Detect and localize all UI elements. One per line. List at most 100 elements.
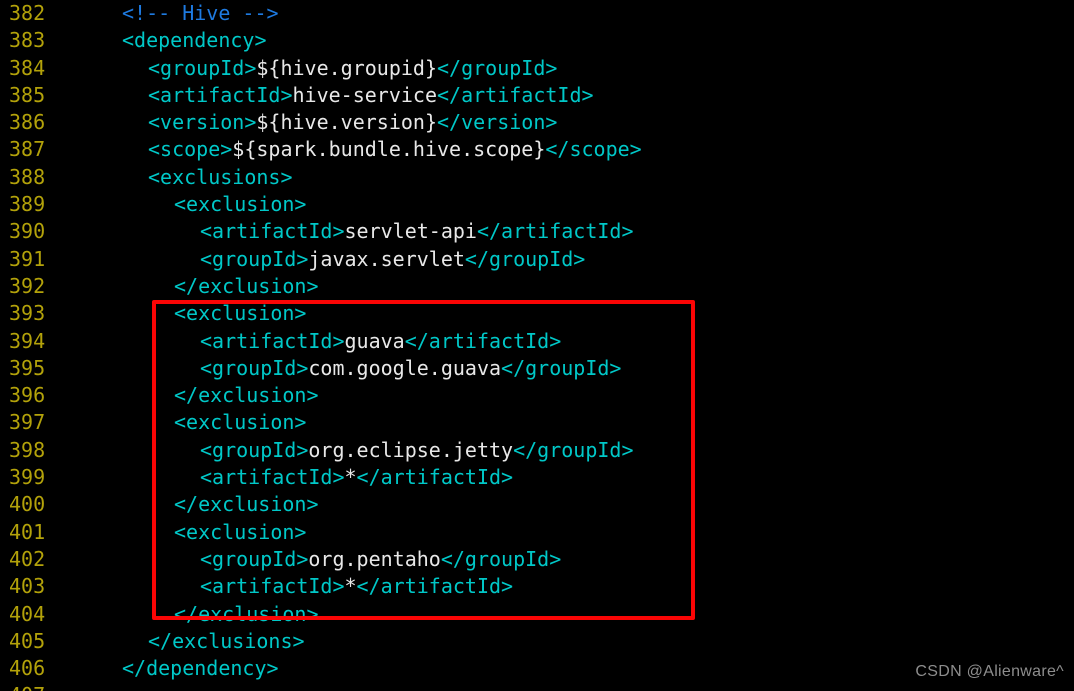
- xml-tag: <artifactId>: [200, 328, 345, 353]
- xml-tag: </groupId>: [437, 55, 558, 80]
- xml-text-value: ${hive.version}: [256, 110, 437, 135]
- xml-tag: </exclusion>: [174, 273, 319, 298]
- line-number: 400: [9, 492, 46, 517]
- xml-text-value: servlet-api: [344, 219, 477, 244]
- xml-text-value: javax.servlet: [308, 246, 465, 271]
- xml-text-value: org.pentaho: [308, 546, 441, 571]
- code-line[interactable]: 397 <exclusion>: [0, 409, 1074, 436]
- code-editor-pane[interactable]: 382 <!-- Hive --> 383 <dependency> 384 <group…: [0, 0, 1074, 691]
- line-number: 392: [9, 273, 46, 298]
- code-line[interactable]: 383 <dependency>: [0, 27, 1074, 54]
- xml-tag: </exclusions>: [148, 628, 305, 653]
- code-line[interactable]: 401 <exclusion>: [0, 519, 1074, 546]
- code-line[interactable]: 388 <exclusions>: [0, 164, 1074, 191]
- xml-tag: </artifactId>: [437, 82, 594, 107]
- code-line[interactable]: 390 <artifactId>servlet-api</artifactId>: [0, 218, 1074, 245]
- code-line-content: <artifactId>guava</artifactId>: [200, 328, 561, 355]
- line-number: 388: [9, 164, 46, 189]
- code-line-content: <!-- Hive -->: [122, 0, 279, 27]
- code-line[interactable]: 406 </dependency>: [0, 655, 1074, 682]
- code-line[interactable]: 403 <artifactId>*</artifactId>: [0, 573, 1074, 600]
- csdn-watermark: CSDN @Alienware^: [915, 663, 1064, 680]
- xml-text-value: *: [344, 574, 357, 599]
- code-line[interactable]: 386 <version>${hive.version}</version>: [0, 109, 1074, 136]
- xml-tag: <dependency>: [122, 28, 267, 53]
- code-line-content: <exclusion>: [174, 300, 306, 327]
- code-line-content: <exclusions>: [148, 164, 293, 191]
- code-line-content: <groupId>com.google.guava</groupId>: [200, 355, 621, 382]
- code-line-content: <groupId>javax.servlet</groupId>: [200, 246, 585, 273]
- xml-tag: </dependency>: [122, 656, 279, 681]
- code-line[interactable]: 395 <groupId>com.google.guava</groupId>: [0, 355, 1074, 382]
- line-number: 406: [9, 656, 46, 681]
- line-number: 385: [9, 82, 46, 107]
- code-line-content: <exclusion>: [174, 409, 306, 436]
- line-number: 393: [9, 301, 46, 326]
- code-line-content: <exclusion>: [174, 519, 306, 546]
- code-line[interactable]: 407: [0, 682, 1074, 691]
- xml-tag: <exclusion>: [174, 301, 307, 326]
- code-line[interactable]: 391 <groupId>javax.servlet</groupId>: [0, 246, 1074, 273]
- code-line-content: </exclusion>: [174, 491, 319, 518]
- code-line[interactable]: 393 <exclusion>: [0, 300, 1074, 327]
- code-line-content: <dependency>: [122, 27, 267, 54]
- xml-tag: <exclusions>: [148, 164, 293, 189]
- code-line[interactable]: 387 <scope>${spark.bundle.hive.scope}</sc…: [0, 136, 1074, 163]
- line-number: 401: [9, 519, 46, 544]
- code-line-content: <artifactId>*</artifactId>: [200, 573, 513, 600]
- line-number: 384: [9, 55, 46, 80]
- code-line-content: </exclusion>: [174, 382, 319, 409]
- code-line[interactable]: 392 </exclusion>: [0, 273, 1074, 300]
- xml-tag: <artifactId>: [148, 82, 293, 107]
- code-screenshot: 382 <!-- Hive --> 383 <dependency> 384 <group…: [0, 0, 1074, 691]
- code-line-content: <version>${hive.version}</version>: [148, 109, 557, 136]
- code-line[interactable]: 389 <exclusion>: [0, 191, 1074, 218]
- line-number: 386: [9, 110, 46, 135]
- code-line[interactable]: 382 <!-- Hive -->: [0, 0, 1074, 27]
- xml-tag: </groupId>: [513, 437, 634, 462]
- line-number: 382: [9, 1, 46, 25]
- xml-tag: <exclusion>: [174, 519, 307, 544]
- xml-tag: <exclusion>: [174, 192, 307, 217]
- code-line-content: </exclusion>: [174, 273, 319, 300]
- code-line-content: <artifactId>hive-service</artifactId>: [148, 82, 594, 109]
- line-number: 407: [0, 682, 70, 691]
- xml-tag: </exclusion>: [174, 492, 319, 517]
- code-line[interactable]: 399 <artifactId>*</artifactId>: [0, 464, 1074, 491]
- code-line[interactable]: 402 <groupId>org.pentaho</groupId>: [0, 546, 1074, 573]
- xml-tag: <groupId>: [200, 355, 309, 380]
- xml-tag: <groupId>: [148, 55, 257, 80]
- code-line-content: <artifactId>*</artifactId>: [200, 464, 513, 491]
- code-line[interactable]: 396 </exclusion>: [0, 382, 1074, 409]
- line-number: 396: [9, 383, 46, 408]
- code-line[interactable]: 400 </exclusion>: [0, 491, 1074, 518]
- line-number: 404: [9, 601, 46, 626]
- code-line[interactable]: 405 </exclusions>: [0, 628, 1074, 655]
- xml-tag: </artifactId>: [404, 328, 562, 353]
- line-number: 397: [9, 410, 46, 435]
- xml-comment: <!-- Hive -->: [122, 1, 279, 25]
- code-line[interactable]: 385 <artifactId>hive-service</artifactId>: [0, 82, 1074, 109]
- xml-tag: </groupId>: [440, 546, 562, 571]
- xml-tag: </exclusion>: [174, 383, 319, 408]
- code-line[interactable]: 398 <groupId>org.eclipse.jetty</groupId>: [0, 437, 1074, 464]
- xml-tag: </exclusion>: [174, 601, 319, 626]
- xml-text-value: guava: [344, 328, 405, 353]
- code-line-content: </dependency>: [122, 655, 279, 682]
- code-line-content: </exclusions>: [148, 628, 305, 655]
- code-line[interactable]: 404 </exclusion>: [0, 601, 1074, 628]
- code-line-content: <exclusion>: [174, 191, 306, 218]
- xml-text-value: com.google.guava: [308, 355, 502, 380]
- xml-tag: <version>: [148, 110, 257, 135]
- line-number: 390: [9, 219, 46, 244]
- xml-tag: <artifactId>: [200, 465, 345, 490]
- xml-tag: <groupId>: [200, 546, 309, 571]
- code-line[interactable]: 394 <artifactId>guava</artifactId>: [0, 328, 1074, 355]
- line-number: 398: [9, 437, 46, 462]
- xml-text-value: ${spark.bundle.hive.scope}: [232, 137, 546, 162]
- xml-tag: <scope>: [148, 137, 233, 162]
- code-line[interactable]: 384 <groupId>${hive.groupid}</groupId>: [0, 55, 1074, 82]
- line-number: 405: [9, 628, 46, 653]
- xml-text-value: hive-service: [292, 82, 438, 107]
- line-number: 389: [9, 192, 46, 217]
